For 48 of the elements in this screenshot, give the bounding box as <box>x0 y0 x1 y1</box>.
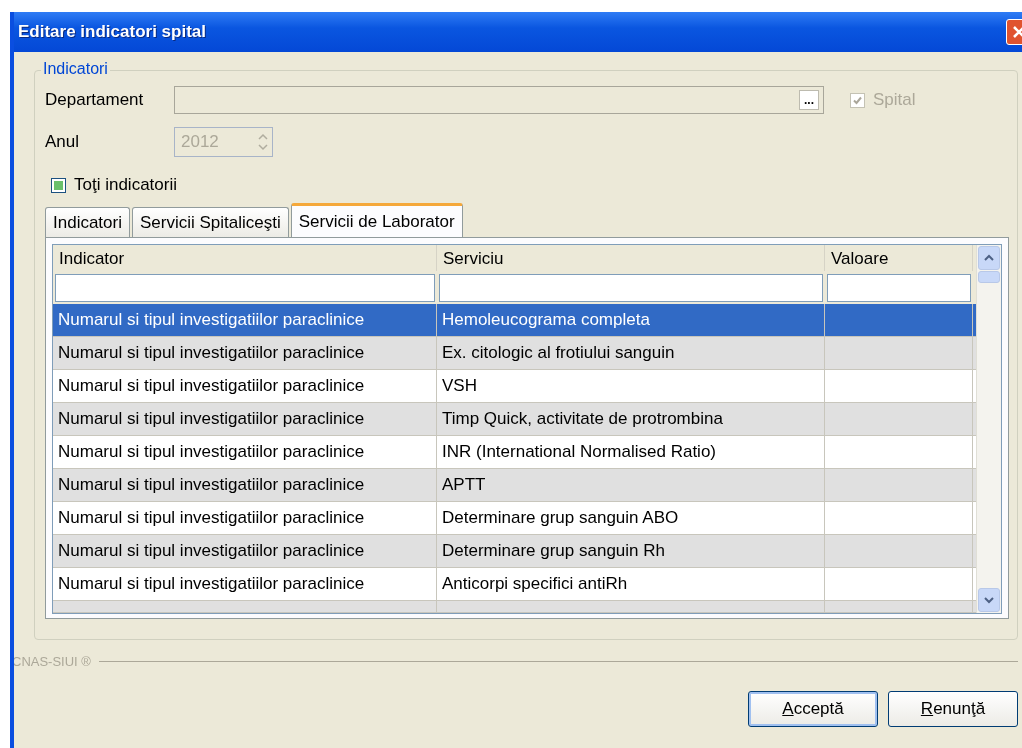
dialog-button[interactable]: Renunţă <box>888 691 1018 727</box>
table-cell: VSH <box>437 370 825 402</box>
table-cell: Determinare grup sanguin Rh <box>437 535 825 567</box>
table-cell: Ex. citologic al frotiului sanguin <box>437 337 825 369</box>
table-row[interactable]: Numarul si tipul investigatiilor paraclinice APTT <box>53 469 976 502</box>
filter-field[interactable] <box>827 273 971 302</box>
year-label: Anul <box>45 132 81 152</box>
check-icon <box>852 94 863 106</box>
tab[interactable]: Servicii Spitaliceşti <box>132 207 289 237</box>
table-cell: Determinare grup sanguin ABO <box>437 502 825 534</box>
table-cell: Numarul si tipul investigatiilor paraclinice <box>53 403 437 435</box>
all-indicators-checkbox[interactable] <box>51 177 66 193</box>
table-cell: INR (International Normalised Ratio) <box>437 436 825 468</box>
table-row[interactable]: Numarul si tipul investigatiilor paraclinice Determinare grup sanguin ABO <box>53 502 976 535</box>
table-row[interactable]: Numarul si tipul investigatiilor paraclinice INR (International Normalised Ratio) <box>53 436 976 469</box>
window-title: Editare indicatori spital <box>18 22 206 42</box>
scrollbar-thumb[interactable] <box>978 271 1000 283</box>
table-row[interactable]: Numarul si tipul investigatiilor paraclinice Anticorpi specifici antiRh <box>53 568 976 601</box>
table-cell: Numarul si tipul investigatiilor paraclinice <box>53 436 437 468</box>
table-cell: Numarul si tipul investigatiilor paraclinice <box>53 568 437 600</box>
department-label: Departament <box>45 90 145 110</box>
all-indicators-label: Toţi indicatorii <box>74 175 177 195</box>
close-icon <box>1012 25 1022 39</box>
vertical-scrollbar[interactable] <box>976 245 1001 613</box>
table-row[interactable]: Numarul si tipul investigatiilor paraclinice Timp Quick, activitate de protrombina <box>53 403 976 436</box>
table-cell: Anticorpi specifici antiRh <box>437 568 825 600</box>
filter-field[interactable] <box>439 273 823 302</box>
table-cell: Numarul si tipul investigatiilor paraclinice <box>53 469 437 501</box>
tab[interactable]: Servicii de Laborator <box>290 203 463 237</box>
hospital-label: Spital <box>873 90 916 110</box>
table-cell: Numarul si tipul investigatiilor paraclinice <box>53 337 437 369</box>
table-row[interactable]: Numarul si tipul investigatiilor paraclinice Determinare grup sanguin Rh <box>53 535 976 568</box>
column-header[interactable]: Indicator <box>53 245 437 271</box>
table-row[interactable]: Numarul si tipul investigatiilor paraclinice Hemoleucograma completa <box>53 304 976 337</box>
table-cell: Hemoleucograma completa <box>437 304 825 336</box>
tab[interactable]: Indicatori <box>45 207 130 237</box>
column-header[interactable]: Serviciu <box>437 245 825 271</box>
table-row[interactable]: Numarul si tipul investigatiilor paraclinice Ex. citologic al frotiului sanguin <box>53 337 976 370</box>
filter-field[interactable] <box>55 273 435 302</box>
table-cell: Numarul si tipul investigatiilor paraclinice <box>53 304 437 336</box>
table-cell: Numarul si tipul investigatiilor paraclinice <box>53 535 437 567</box>
table-cell: Numarul si tipul investigatiilor paraclinice <box>53 502 437 534</box>
table-cell: Timp Quick, activitate de protrombina <box>437 403 825 435</box>
table-cell: APTT <box>437 469 825 501</box>
table-row[interactable]: Numarul si tipul investigatiilor paraclinice VSH <box>53 370 976 403</box>
dialog-button[interactable]: Acceptă <box>748 691 878 727</box>
table-cell: Numarul si tipul investigatiilor paraclinice <box>53 370 437 402</box>
column-header[interactable]: Valoare <box>825 245 973 271</box>
